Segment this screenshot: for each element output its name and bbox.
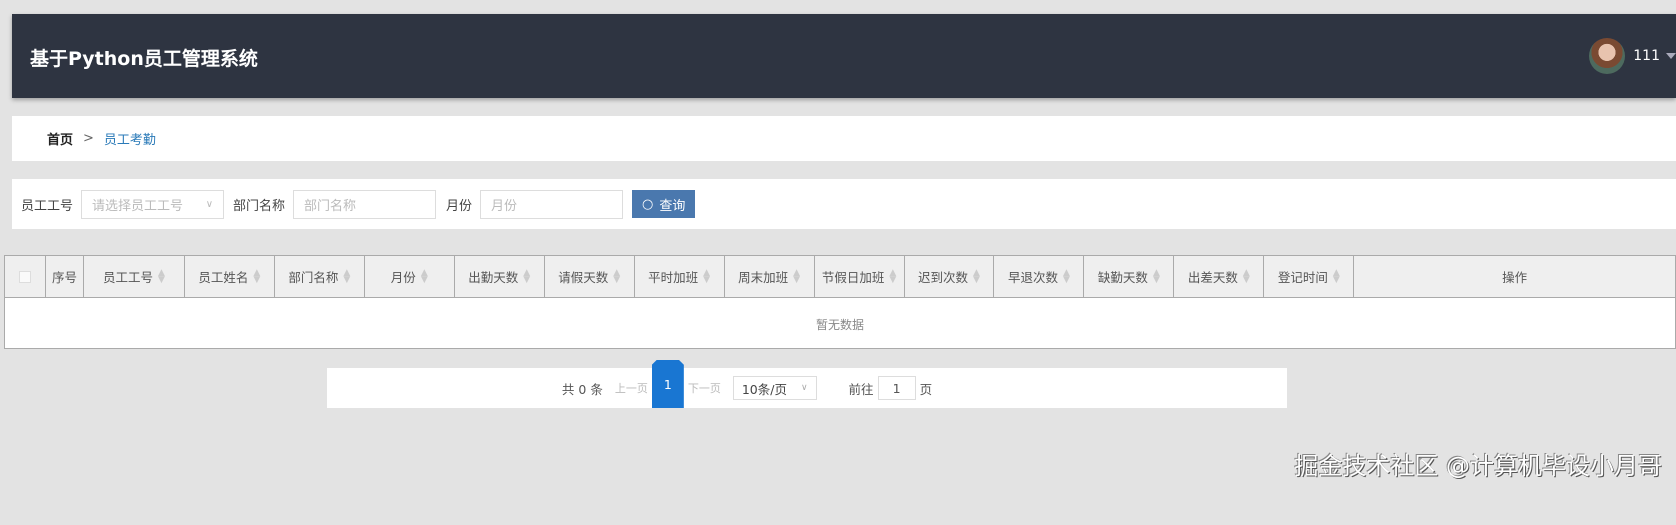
column-header-label: 请假天数 [558,270,609,285]
dept-placeholder: 部门名称 [304,198,357,214]
column-header[interactable]: 员工工号 ▲ ▼ [84,256,185,297]
column-header-label: 登记时间 [1277,270,1328,285]
column-header[interactable]: 出差天数 ▲ ▼ [1174,256,1265,297]
select-all-checkbox[interactable] [18,270,31,283]
username[interactable]: 111 [1633,48,1660,64]
column-header-label: 序号 [51,270,77,285]
page-size-select[interactable]: 10条/页 ∨ [732,376,817,400]
breadcrumb-current: 员工考勤 [103,133,156,148]
column-header-label: 周末加班 [738,270,789,285]
sort-icon[interactable]: ▲ ▼ [1243,268,1250,284]
column-header[interactable]: 周末加班 ▲ ▼ [725,256,815,297]
breadcrumb-home[interactable]: 首页 [47,129,73,148]
avatar[interactable] [1589,38,1626,74]
breadcrumb: 首页 > 员工考勤 [12,116,1676,161]
page-1-button[interactable]: 1 [651,360,684,408]
dept-label: 部门名称 [233,198,286,214]
app-title: 基于Python员工管理系统 [30,48,258,70]
sort-icon[interactable]: ▲ ▼ [158,268,165,284]
chevron-down-icon: ∨ [800,383,808,393]
sort-icon[interactable]: ▲ ▼ [253,268,260,284]
query-button[interactable]: ○ 查询 [632,190,696,218]
prev-page-button[interactable]: 上一页 [615,380,648,396]
column-header[interactable]: 出勤天数 ▲ ▼ [455,256,545,297]
sort-icon[interactable]: ▲ ▼ [703,268,710,284]
column-header: 操作 [1354,256,1675,297]
select-all-cell [5,256,46,297]
sort-icon[interactable]: ▲ ▼ [1063,268,1070,284]
search-form: 员工工号 请选择员工工号 ∨ 部门名称 部门名称 月份 月份 ○ 查询 [12,179,1676,229]
query-label: 查询 [659,198,686,214]
caret-down-icon[interactable] [1666,53,1676,59]
column-header[interactable]: 早退次数 ▲ ▼ [994,256,1085,297]
emp-no-select[interactable]: 请选择员工工号 ∨ [81,189,225,219]
month-input[interactable]: 月份 [480,189,624,219]
column-header-label: 迟到次数 [918,270,969,285]
column-header[interactable]: 平时加班 ▲ ▼ [635,256,725,297]
column-header-label: 操作 [1502,270,1528,285]
emp-no-placeholder: 请选择员工工号 [92,198,184,214]
sort-icon[interactable]: ▲ ▼ [343,268,350,284]
user-menu[interactable]: 111 [1589,38,1676,74]
goto-page-input[interactable]: 1 [877,376,916,400]
search-icon: ○ [642,196,654,212]
column-header[interactable]: 迟到次数 ▲ ▼ [905,256,995,297]
emp-no-label: 员工工号 [21,198,74,214]
column-header-label: 部门名称 [288,270,339,285]
chevron-down-icon: ∨ [205,198,214,210]
column-header-label: 平时加班 [648,270,699,285]
total-count: 共 0 条 [561,381,603,397]
goto-label: 前往 [848,381,874,397]
column-header-label: 出勤天数 [468,270,519,285]
table-header: 序号 员工工号 ▲ ▼ 员工姓名 ▲ ▼ 部门名称 ▲ ▼ 月份 ▲ ▼ 出勤天数 ▲ ▼ 请假天数 ▲ ▼ 平时加班… [5,256,1675,298]
pagination: 共 0 条 上一页 1 下一页 10条/页 ∨ 前往 1 页 [327,360,1287,408]
page-suffix: 页 [919,381,933,397]
breadcrumb-separator: > [83,131,94,146]
sort-icon[interactable]: ▲ ▼ [973,268,980,284]
sort-icon[interactable]: ▲ ▼ [1333,268,1340,284]
sort-icon[interactable]: ▲ ▼ [1153,268,1160,284]
column-header[interactable]: 员工姓名 ▲ ▼ [185,256,275,297]
column-header-label: 员工姓名 [198,270,249,285]
column-header[interactable]: 节假日加班 ▲ ▼ [815,256,905,297]
top-header: 基于Python员工管理系统 111 [12,14,1676,98]
sort-icon[interactable]: ▲ ▼ [523,268,530,284]
column-header-label: 缺勤天数 [1097,270,1148,285]
sort-icon[interactable]: ▲ ▼ [889,268,896,284]
column-header[interactable]: 部门名称 ▲ ▼ [275,256,365,297]
sort-icon[interactable]: ▲ ▼ [613,268,620,284]
column-header-label: 出差天数 [1187,270,1238,285]
column-header: 序号 [46,256,84,297]
column-header[interactable]: 月份 ▲ ▼ [365,256,455,297]
page-size-value: 10条/页 [741,381,787,397]
next-page-button[interactable]: 下一页 [688,380,721,396]
dept-input[interactable]: 部门名称 [293,189,437,219]
month-label: 月份 [446,198,473,214]
column-header-label: 员工工号 [102,270,153,285]
column-header[interactable]: 缺勤天数 ▲ ▼ [1084,256,1175,297]
attendance-table: 序号 员工工号 ▲ ▼ 员工姓名 ▲ ▼ 部门名称 ▲ ▼ 月份 ▲ ▼ 出勤天数 ▲ ▼ 请假天数 ▲ ▼ 平时加班… [4,255,1676,349]
column-header[interactable]: 登记时间 ▲ ▼ [1264,256,1355,297]
sort-icon[interactable]: ▲ ▼ [793,268,800,284]
empty-text: 暂无数据 [815,318,864,332]
column-header-label: 月份 [390,270,416,285]
column-header[interactable]: 请假天数 ▲ ▼ [545,256,635,297]
month-placeholder: 月份 [491,198,518,214]
sort-icon[interactable]: ▲ ▼ [421,268,428,284]
watermark: 掘金技术社区 @计算机毕设小月哥 [1294,452,1662,480]
column-header-label: 早退次数 [1007,270,1058,285]
column-header-label: 节假日加班 [821,270,885,285]
